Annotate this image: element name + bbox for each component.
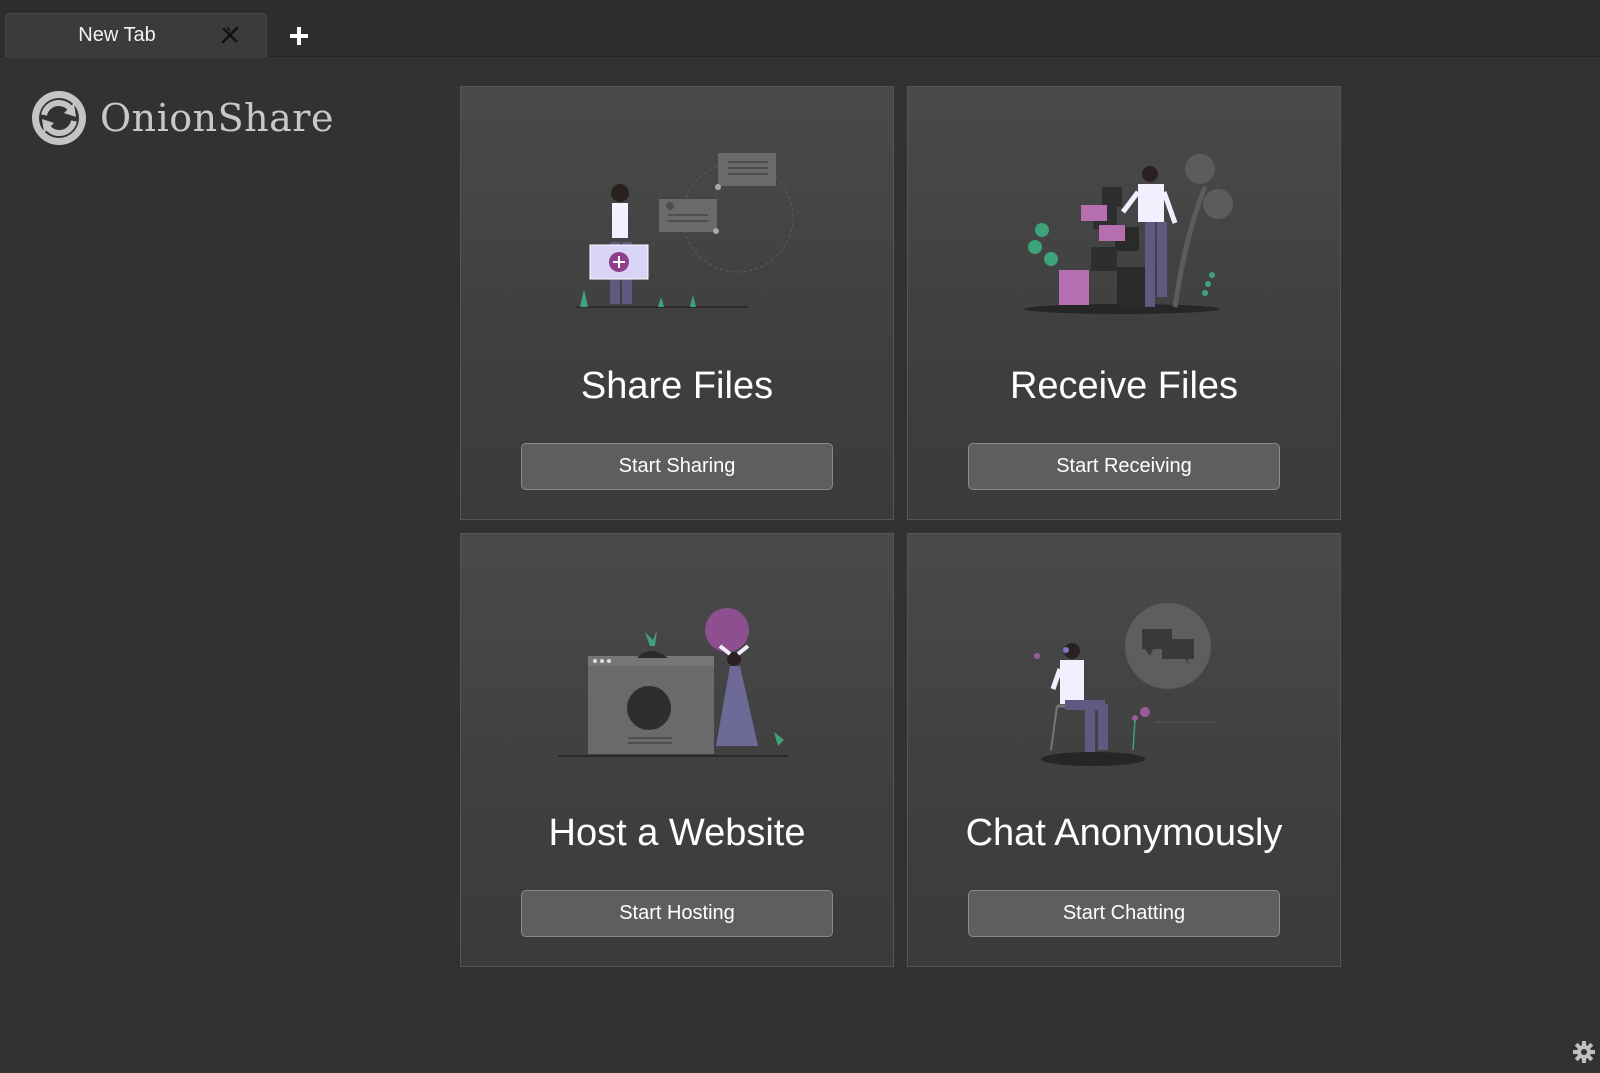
receive-files-title: Receive Files [1009,365,1239,407]
close-icon[interactable] [219,24,241,46]
gear-icon[interactable] [1572,1040,1596,1064]
tab-label: New Tab [78,24,156,46]
tab-bar: New Tab [0,0,1600,58]
onionshare-logo-icon [32,91,86,145]
start-hosting-button[interactable]: Start Hosting [521,890,833,937]
host-website-card: Host a Website Start Hosting [460,533,894,967]
tab-new-tab[interactable]: New Tab [5,13,267,58]
host-website-title: Host a Website [548,812,806,854]
share-files-illustration [576,153,794,308]
share-files-card: Share Files Start Sharing [460,86,894,520]
chat-anonymously-card: Chat Anonymously Start Chatting [907,533,1341,967]
start-chatting-button[interactable]: Start Chatting [968,890,1280,937]
receive-files-card: Receive Files Start Receiving [907,86,1341,520]
start-sharing-button[interactable]: Start Sharing [521,443,833,490]
host-website-illustration [558,608,788,757]
chat-anonymously-title: Chat Anonymously [965,812,1283,854]
app-logo: OnionShare [30,89,334,147]
start-receiving-button[interactable]: Start Receiving [968,443,1280,490]
plus-icon[interactable] [287,24,311,48]
app-name: OnionShare [100,96,334,140]
chat-anonymously-illustration [1034,603,1215,766]
receive-files-illustration [1024,154,1233,314]
share-files-title: Share Files [580,365,774,407]
